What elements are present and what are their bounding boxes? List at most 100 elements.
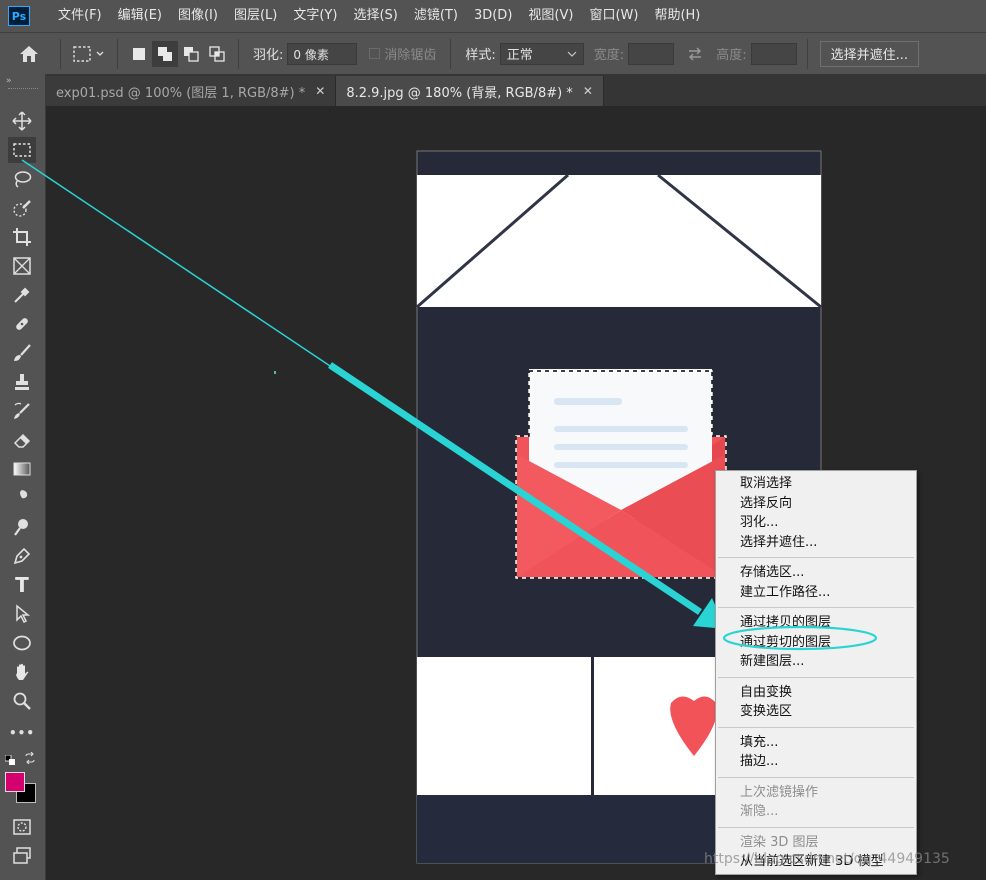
more-tools[interactable]: ••• bbox=[8, 720, 36, 746]
quick-select-icon bbox=[13, 200, 31, 217]
menu-item[interactable]: 帮助(H) bbox=[646, 0, 708, 32]
move-icon bbox=[12, 111, 32, 131]
brush-tool[interactable] bbox=[8, 340, 36, 366]
bottom-left-panel bbox=[417, 657, 591, 795]
context-menu-item[interactable]: 存储选区... bbox=[716, 563, 916, 583]
context-menu-item: 渲染 3D 图层 bbox=[740, 834, 819, 850]
intersect-selection-icon[interactable] bbox=[204, 41, 230, 67]
eyedropper-tool[interactable] bbox=[8, 282, 36, 308]
height-label: 高度: bbox=[716, 48, 747, 63]
context-menu-item[interactable]: 选择并遮住... bbox=[716, 533, 916, 553]
healing-tool[interactable] bbox=[8, 311, 36, 337]
ellipse-icon bbox=[13, 635, 31, 651]
menu-item[interactable]: 文件(F) bbox=[50, 0, 110, 32]
lasso-tool[interactable] bbox=[8, 166, 36, 192]
photoshop-logo: Ps bbox=[8, 6, 30, 26]
menu-separator bbox=[718, 557, 914, 558]
style-select[interactable]: 正常 bbox=[499, 42, 584, 65]
home-icon[interactable] bbox=[16, 41, 42, 67]
eraser-tool[interactable] bbox=[8, 427, 36, 453]
menu-item[interactable]: 窗口(W) bbox=[581, 0, 646, 32]
context-menu-item[interactable]: 羽化... bbox=[716, 513, 916, 533]
quick-mask-icon bbox=[13, 819, 31, 835]
eyedropper-icon bbox=[14, 287, 30, 303]
foreground-color-swatch[interactable] bbox=[5, 772, 25, 792]
quick-mask-button[interactable] bbox=[8, 814, 36, 840]
context-menu-item[interactable]: 通过剪切的图层 bbox=[716, 633, 916, 653]
menu-item[interactable]: 编辑(E) bbox=[110, 0, 170, 32]
menu-item[interactable]: 图像(I) bbox=[170, 0, 226, 32]
style-select-value: 正常 bbox=[506, 48, 533, 63]
context-menu-item[interactable]: 变换选区 bbox=[716, 702, 916, 722]
pen-tool[interactable] bbox=[8, 543, 36, 569]
close-icon[interactable]: ✕ bbox=[583, 84, 593, 98]
lasso-icon bbox=[14, 171, 32, 188]
screen-mode-button[interactable] bbox=[8, 843, 36, 869]
chevron-down-icon bbox=[567, 51, 577, 57]
dodge-icon bbox=[14, 519, 28, 536]
eraser-icon bbox=[13, 433, 31, 448]
marquee-preset-icon[interactable] bbox=[69, 41, 109, 67]
top-panel bbox=[417, 175, 821, 307]
height-input[interactable] bbox=[750, 42, 797, 65]
new-selection-icon[interactable] bbox=[126, 41, 152, 67]
ellipse-tool[interactable] bbox=[8, 630, 36, 656]
context-menu-item[interactable]: 建立工作路径... bbox=[716, 583, 916, 603]
crop-tool[interactable] bbox=[8, 224, 36, 250]
stamp-tool[interactable] bbox=[8, 369, 36, 395]
options-bar: 羽化: 0 像素 消除锯齿 样式: 正常 宽度: 高度: 选择并遮住... bbox=[0, 32, 986, 74]
separator bbox=[117, 38, 118, 69]
select-and-mask-button[interactable]: 选择并遮住... bbox=[819, 40, 919, 67]
separator bbox=[450, 38, 452, 69]
marquee-icon bbox=[13, 143, 31, 157]
zoom-tool[interactable] bbox=[8, 688, 36, 714]
swap-dimensions-icon[interactable] bbox=[682, 41, 708, 67]
marquee-tool[interactable] bbox=[8, 137, 36, 163]
smudge-tool[interactable] bbox=[8, 485, 36, 511]
context-menu-item[interactable]: 新建图层... bbox=[716, 652, 916, 672]
width-input[interactable] bbox=[628, 42, 675, 65]
menu-item[interactable]: 选择(S) bbox=[345, 0, 405, 32]
menu-item[interactable]: 滤镜(T) bbox=[406, 0, 466, 32]
context-menu-item[interactable]: 填充... bbox=[716, 733, 916, 753]
gradient-tool[interactable] bbox=[8, 456, 36, 482]
close-icon[interactable]: ✕ bbox=[315, 84, 325, 98]
canvas-speck bbox=[274, 371, 276, 374]
context-menu-item[interactable]: 通过拷贝的图层 bbox=[716, 613, 916, 633]
context-menu-item[interactable]: 选择反向 bbox=[716, 494, 916, 514]
swap-colors-icon[interactable] bbox=[24, 751, 36, 765]
panel-grip[interactable] bbox=[8, 88, 38, 90]
add-selection-icon[interactable] bbox=[152, 40, 178, 67]
history-brush-tool[interactable] bbox=[8, 398, 36, 424]
context-menu-item[interactable]: 取消选择 bbox=[716, 474, 916, 494]
feather-input[interactable]: 0 像素 bbox=[287, 42, 358, 65]
healing-icon bbox=[16, 318, 28, 330]
antialias-checkbox[interactable] bbox=[369, 48, 381, 59]
menu-item[interactable]: 视图(V) bbox=[520, 0, 581, 32]
menu-separator bbox=[718, 607, 914, 608]
menu-item[interactable]: 图层(L) bbox=[226, 0, 285, 32]
subtract-selection-icon[interactable] bbox=[178, 41, 204, 67]
menu-item[interactable]: 文字(Y) bbox=[285, 0, 345, 32]
tab-label: exp01.psd @ 100% (图层 1, RGB/8#) * bbox=[56, 85, 306, 101]
context-menu-item[interactable]: 自由变换 bbox=[716, 683, 916, 703]
dodge-tool[interactable] bbox=[8, 514, 36, 540]
frame-tool[interactable] bbox=[8, 253, 36, 279]
menu-item[interactable]: 3D(D) bbox=[466, 0, 520, 32]
envelope-illustration bbox=[516, 369, 726, 578]
collapse-panel-icon[interactable]: » bbox=[6, 76, 12, 86]
tab-8-2-9[interactable]: 8.2.9.jpg @ 180% (背景, RGB/8#) * ✕ bbox=[336, 76, 604, 106]
type-tool[interactable]: T bbox=[8, 572, 36, 598]
default-colors-icon[interactable] bbox=[4, 754, 15, 765]
quick-select-tool[interactable] bbox=[8, 195, 36, 221]
context-menu-item: 渐隐... bbox=[740, 804, 779, 819]
context-menu-item[interactable]: 描边... bbox=[716, 752, 916, 772]
menu-separator bbox=[718, 676, 914, 678]
path-select-icon bbox=[16, 604, 31, 624]
hand-tool[interactable] bbox=[8, 659, 36, 685]
history-brush-icon bbox=[14, 402, 30, 419]
zoom-icon bbox=[13, 692, 31, 710]
path-select-tool[interactable] bbox=[8, 601, 36, 627]
move-tool[interactable] bbox=[8, 108, 36, 134]
tab-exp01[interactable]: exp01.psd @ 100% (图层 1, RGB/8#) * ✕ bbox=[46, 76, 337, 106]
